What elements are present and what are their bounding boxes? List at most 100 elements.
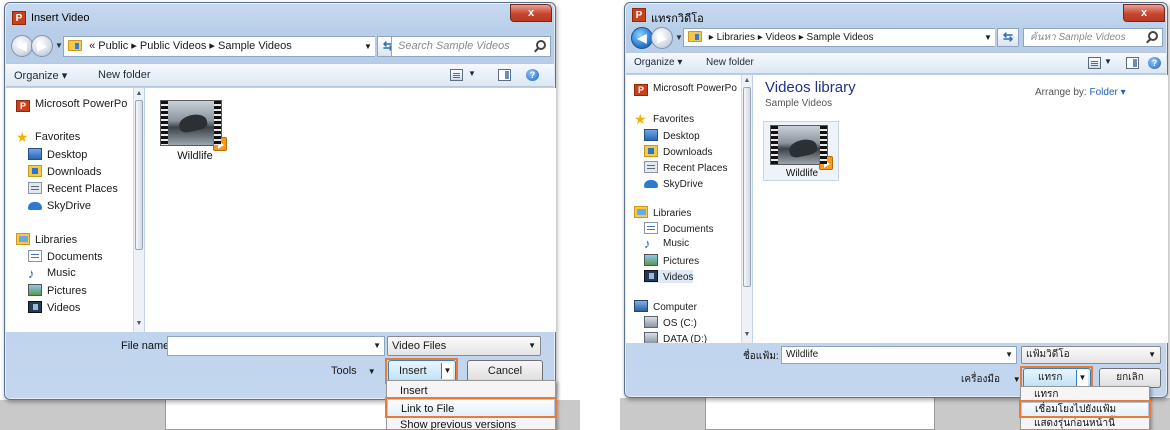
nav-item-libraries[interactable]: Libraries: [634, 206, 691, 219]
nav-item-drive-c[interactable]: OS (C:): [644, 316, 697, 329]
nav-item-desktop[interactable]: Desktop: [644, 129, 700, 142]
tools-menu[interactable]: เครื่องมือ ▼: [961, 372, 1021, 387]
chevron-down-icon[interactable]: ▼: [373, 337, 381, 355]
preview-pane-icon[interactable]: [1126, 57, 1139, 69]
breadcrumb-public-videos[interactable]: Public Videos: [140, 40, 206, 52]
nav-scrollbar[interactable]: ▲ ▼: [741, 75, 752, 343]
address-bar[interactable]: « Public ▸ Public Videos ▸ Sample Videos: [63, 36, 365, 57]
nav-item-music[interactable]: ♪ Music: [644, 237, 689, 250]
title-bar[interactable]: P Insert Video x: [5, 3, 555, 29]
organize-menu[interactable]: Organize ▾: [14, 69, 67, 82]
nav-item-skydrive[interactable]: SkyDrive: [28, 199, 91, 212]
recent-pages-icon[interactable]: ▼: [55, 41, 63, 50]
file-type-select[interactable]: แฟ้มวิดีโอ ▼: [1021, 346, 1161, 364]
tools-menu[interactable]: Tools ▼: [331, 365, 376, 377]
nav-item-powerpoint[interactable]: P Microsoft PowerPo: [16, 98, 134, 112]
views-icon[interactable]: [1088, 57, 1101, 69]
nav-item-recent-places[interactable]: Recent Places: [644, 161, 727, 174]
menu-item-show-previous-versions[interactable]: Show previous versions: [387, 416, 555, 430]
nav-item-documents[interactable]: Documents: [28, 250, 103, 263]
breadcrumb-separator[interactable]: ▸: [209, 40, 215, 52]
breadcrumb-separator[interactable]: ▸: [758, 32, 763, 43]
chevron-down-icon[interactable]: ▼: [528, 337, 536, 355]
nav-item-videos[interactable]: Videos: [28, 301, 80, 314]
close-button[interactable]: x: [1123, 4, 1165, 22]
breadcrumb-separator[interactable]: ▸: [709, 32, 714, 43]
nav-item-libraries[interactable]: Libraries: [16, 233, 77, 246]
nav-item-skydrive[interactable]: SkyDrive: [644, 177, 703, 190]
nav-item-pictures[interactable]: Pictures: [644, 254, 699, 267]
search-icon[interactable]: [536, 40, 546, 50]
views-icon[interactable]: [450, 69, 463, 81]
nav-item-computer[interactable]: Computer: [634, 300, 697, 313]
scroll-down-icon[interactable]: ▼: [134, 320, 144, 327]
scrollbar-thumb[interactable]: [135, 100, 143, 250]
nav-item-favorites[interactable]: ★ Favorites: [16, 130, 80, 144]
breadcrumb-sample-videos[interactable]: Sample Videos: [218, 40, 292, 52]
refresh-icon[interactable]: ⇆: [997, 28, 1019, 47]
new-folder-button[interactable]: New folder: [98, 69, 151, 81]
forward-arrow-icon[interactable]: ▶: [31, 35, 53, 57]
back-arrow-icon[interactable]: ◀: [11, 35, 33, 57]
nav-item-documents[interactable]: Documents: [644, 222, 714, 235]
file-type-select[interactable]: Video Files ▼: [387, 336, 541, 356]
address-dropdown-icon[interactable]: ▼: [981, 28, 995, 47]
nav-item-desktop[interactable]: Desktop: [28, 148, 87, 161]
recent-pages-icon[interactable]: ▼: [675, 33, 683, 42]
preview-pane-icon[interactable]: [498, 69, 511, 81]
scrollbar-thumb[interactable]: [743, 87, 751, 287]
forward-arrow-icon[interactable]: ▶: [651, 27, 673, 49]
close-button[interactable]: x: [510, 4, 552, 22]
search-icon[interactable]: [1148, 31, 1158, 41]
breadcrumb-libraries[interactable]: Libraries: [717, 32, 755, 43]
nav-label: SkyDrive: [47, 200, 92, 212]
scroll-up-icon[interactable]: ▲: [134, 90, 144, 97]
breadcrumb-separator[interactable]: ▸: [131, 40, 137, 52]
desktop-icon: [28, 148, 42, 160]
recent-places-icon: [644, 161, 658, 173]
cancel-button[interactable]: ยกเลิก: [1099, 368, 1161, 388]
documents-icon: [644, 222, 658, 234]
help-icon[interactable]: ?: [1148, 57, 1161, 69]
nav-label: SkyDrive: [663, 179, 704, 190]
chevron-down-icon[interactable]: ▼: [1148, 347, 1156, 363]
nav-item-videos[interactable]: Videos: [644, 270, 694, 283]
organize-menu[interactable]: Organize ▾: [634, 57, 682, 68]
new-folder-button[interactable]: New folder: [706, 57, 754, 68]
breadcrumb-videos[interactable]: Videos: [766, 32, 796, 43]
back-arrow-icon[interactable]: ◀: [631, 27, 653, 49]
title-bar[interactable]: P แทรกวิดีโอ x: [625, 3, 1167, 29]
scroll-down-icon[interactable]: ▼: [742, 331, 752, 338]
file-name-input[interactable]: ▼: [167, 336, 385, 356]
file-tile-wildlife[interactable]: Wildlife: [157, 98, 227, 168]
file-tile-wildlife[interactable]: Wildlife: [763, 121, 839, 181]
nav-item-pictures[interactable]: Pictures: [28, 284, 87, 297]
nav-item-downloads[interactable]: Downloads: [28, 165, 101, 178]
breadcrumb-separator[interactable]: ▸: [799, 32, 804, 43]
nav-item-downloads[interactable]: Downloads: [644, 145, 712, 158]
nav-item-drive-d[interactable]: DATA (D:): [644, 332, 707, 343]
views-dropdown-icon[interactable]: ▼: [468, 69, 476, 78]
arrange-by[interactable]: Arrange by: Folder ▾: [1035, 87, 1126, 98]
breadcrumb-sample-videos[interactable]: Sample Videos: [807, 32, 874, 43]
file-name-input[interactable]: Wildlife ▼: [781, 346, 1017, 364]
search-input[interactable]: Search Sample Videos: [391, 36, 551, 57]
address-bar[interactable]: ▸ Libraries ▸ Videos ▸ Sample Videos: [683, 28, 985, 47]
breadcrumb-public[interactable]: Public: [98, 40, 128, 52]
views-dropdown-icon[interactable]: ▼: [1104, 57, 1112, 66]
cancel-button[interactable]: Cancel: [467, 360, 543, 382]
nav-item-recent-places[interactable]: Recent Places: [28, 182, 118, 195]
arrange-value[interactable]: Folder ▾: [1089, 87, 1125, 98]
pictures-icon: [644, 254, 658, 266]
nav-item-music[interactable]: ♪ Music: [28, 267, 76, 280]
address-overflow[interactable]: «: [89, 40, 95, 52]
menu-item-show-previous-versions[interactable]: แสดงรุ่นก่อนหน้านี้: [1021, 417, 1149, 430]
address-dropdown-icon[interactable]: ▼: [361, 36, 375, 57]
help-icon[interactable]: ?: [526, 69, 539, 81]
nav-item-powerpoint[interactable]: P Microsoft PowerPo: [634, 83, 742, 96]
chevron-down-icon[interactable]: ▼: [1005, 347, 1013, 363]
scroll-up-icon[interactable]: ▲: [742, 77, 752, 84]
nav-scrollbar[interactable]: ▲ ▼: [133, 88, 144, 332]
nav-item-favorites[interactable]: ★ Favorites: [634, 112, 694, 126]
search-input[interactable]: ค้นหา Sample Videos: [1023, 28, 1163, 47]
